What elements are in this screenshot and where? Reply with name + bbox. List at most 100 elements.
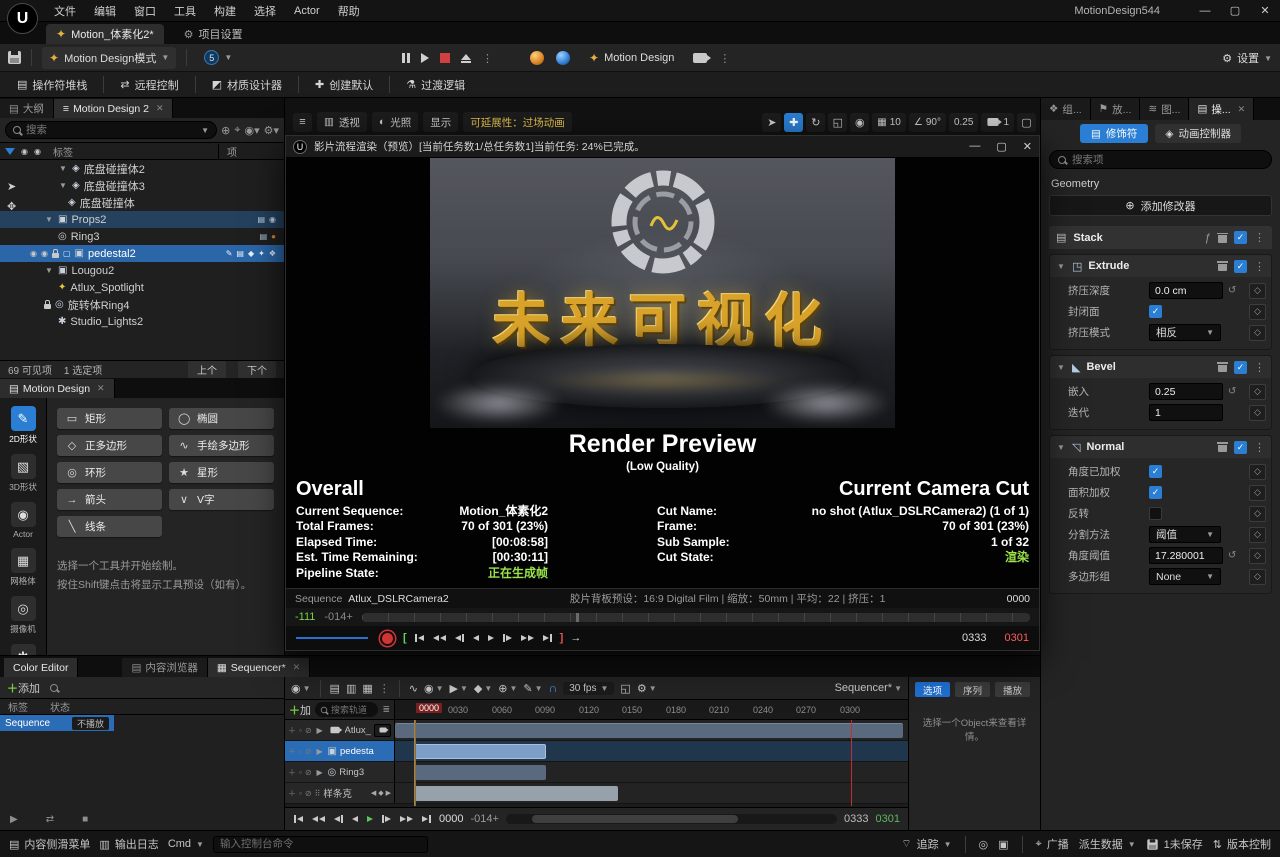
- sequencer-corner-dropdown[interactable]: Sequencer* ▼: [835, 682, 902, 694]
- jump-forward-button[interactable]: [399, 815, 414, 823]
- track-row-pedestal[interactable]: ＋ ▫ ⊘ ▶ ▣ pedesta: [285, 741, 908, 762]
- autokey-options-icon[interactable]: ⊕ ▼: [498, 682, 517, 695]
- cmd-dropdown[interactable]: Cmd ▼: [168, 838, 204, 850]
- tool-star[interactable]: ★ 星形: [169, 462, 274, 483]
- sequence-icon[interactable]: ▤: [236, 249, 244, 258]
- content-drawer-button[interactable]: ▤ 内容侧滑菜单: [9, 836, 90, 852]
- track-lane[interactable]: [395, 762, 908, 782]
- next-button[interactable]: 下个: [238, 361, 276, 378]
- render-window-titlebar[interactable]: U 影片流程渲染（预览）[当前任务数1/总任务数1]当前任务: 24%已完成。 …: [286, 136, 1039, 158]
- stack-header[interactable]: ▤ Stack ƒ ✓ ⋮: [1049, 226, 1272, 249]
- add-button[interactable]: ＋添加: [7, 680, 40, 696]
- keyframe-diamond-icon[interactable]: ◇: [1249, 526, 1266, 543]
- maximize-viewport-icon[interactable]: ▢: [1017, 112, 1036, 132]
- kebab-icon[interactable]: ⋮: [1254, 260, 1265, 273]
- unsaved-button[interactable]: 1未保存: [1146, 836, 1203, 852]
- keyframe-options-icon[interactable]: ◆ ▼: [474, 682, 492, 695]
- tool-ellipse[interactable]: ◯ 椭圆: [169, 408, 274, 429]
- chevron-down-icon[interactable]: ▼: [44, 266, 54, 275]
- section-bar[interactable]: [415, 765, 546, 780]
- step-back-button[interactable]: [472, 634, 480, 642]
- menu-tools[interactable]: 工具: [166, 1, 204, 21]
- add-modifier-button[interactable]: ⊕ 添加修改器: [1049, 195, 1272, 216]
- editor-mode-dropdown[interactable]: ✦ Motion Design模式 ▼: [42, 46, 177, 69]
- track-filter-icon[interactable]: ≣: [382, 704, 390, 715]
- browse-sequence-icon[interactable]: ▥: [346, 682, 356, 695]
- close-button[interactable]: ✕: [1250, 0, 1280, 22]
- keyframe-diamond-icon[interactable]: ◇: [1249, 303, 1266, 320]
- to-end-button[interactable]: [421, 814, 432, 824]
- eject-button[interactable]: [461, 53, 471, 63]
- material-designer-button[interactable]: ◩ 材质设计器: [203, 74, 291, 96]
- keyframe-diamond-icon[interactable]: ◇: [1249, 324, 1266, 341]
- jump-back-button[interactable]: [432, 634, 447, 642]
- tool-arrow[interactable]: → 箭头: [57, 489, 162, 510]
- menu-build[interactable]: 构建: [206, 1, 244, 21]
- prev-key-button[interactable]: [454, 633, 465, 643]
- normal-enabled-checkbox[interactable]: ✓: [1234, 440, 1247, 454]
- inset-field[interactable]: [1149, 383, 1223, 400]
- play-forward-button[interactable]: [487, 634, 495, 642]
- outliner-row[interactable]: ◈ 底盘碰撞体: [0, 194, 284, 211]
- tab-motion-design[interactable]: ▤ Motion Design ✕: [0, 379, 115, 398]
- lock-icon[interactable]: [44, 299, 51, 309]
- category-2d-shapes[interactable]: ✎ 2D形状: [1, 403, 46, 448]
- tool-rectangle[interactable]: ▭ 矩形: [57, 408, 162, 429]
- modifiers-button[interactable]: ▤ 修饰符: [1080, 124, 1149, 143]
- to-front-button[interactable]: [414, 633, 425, 643]
- category-camera[interactable]: ◎ 摄像机: [1, 593, 46, 638]
- range-end-bracket[interactable]: ]: [560, 632, 564, 644]
- trace-dropdown[interactable]: ⌔ 追踪 ▼: [901, 836, 951, 852]
- animators-button[interactable]: ◈ 动画控制器: [1155, 124, 1241, 143]
- rotation-snap-control[interactable]: ∠ 90°: [908, 112, 946, 132]
- curve-editor-icon[interactable]: ∿: [409, 682, 418, 695]
- bevel-header[interactable]: ▼ ◣ Bevel ✓ ⋮: [1050, 356, 1271, 378]
- fps-dropdown[interactable]: 30 fps ▼: [563, 681, 615, 695]
- stack-enabled-checkbox[interactable]: ✓: [1234, 231, 1247, 244]
- angle-weighted-checkbox[interactable]: ✓: [1149, 465, 1162, 478]
- close-icon[interactable]: ✕: [97, 383, 105, 394]
- kebab-icon[interactable]: ⋮: [1254, 231, 1265, 244]
- preview-timeline[interactable]: -111 -014+: [286, 608, 1039, 626]
- editor-eye-icon[interactable]: ◉: [41, 249, 48, 258]
- minimize-icon[interactable]: —: [969, 140, 980, 153]
- outliner-settings-icon[interactable]: ⚙▾: [264, 124, 279, 137]
- outliner-row[interactable]: ▼ ▣ Lougou2: [0, 262, 284, 279]
- keyframe-diamond-icon[interactable]: ◇: [1249, 568, 1266, 585]
- tool-chevron[interactable]: ∨ V字: [169, 489, 274, 510]
- polygroup-select[interactable]: None ▼: [1149, 568, 1221, 585]
- isolate-icon[interactable]: ⊕: [221, 124, 230, 137]
- filter-icon[interactable]: [5, 147, 15, 155]
- area-weighted-checkbox[interactable]: ✓: [1149, 486, 1162, 499]
- operator-stack-button[interactable]: ▤ 操作符堆栈: [8, 74, 96, 96]
- keyframe-diamond-icon[interactable]: ◇: [1249, 404, 1266, 421]
- maximize-button[interactable]: ▢: [1220, 0, 1250, 22]
- to-front-button[interactable]: [293, 814, 304, 824]
- keyframe-diamond-icon[interactable]: ◇: [1249, 463, 1266, 480]
- create-defaults-button[interactable]: ✚ 创建默认: [306, 74, 382, 96]
- scale-snap-control[interactable]: 0.25: [948, 112, 979, 132]
- visibility-dropdown-icon[interactable]: ◉▾: [244, 124, 259, 137]
- move-tool-icon[interactable]: ✚: [784, 112, 804, 132]
- toolbar-kebab[interactable]: ⋮: [719, 52, 730, 65]
- menu-select[interactable]: 选择: [246, 1, 284, 21]
- loop-arrow-icon[interactable]: →: [570, 632, 581, 644]
- trash-icon[interactable]: [1217, 261, 1228, 271]
- scrollbar-thumb[interactable]: [532, 815, 738, 823]
- lock-icon[interactable]: ▫: [299, 768, 302, 777]
- chevron-down-icon[interactable]: ▼: [1056, 363, 1066, 372]
- chevron-right-icon[interactable]: ▶: [315, 747, 325, 756]
- save-icon[interactable]: [8, 51, 21, 64]
- world-space-icon[interactable]: ◉: [850, 112, 870, 132]
- keyframe-diamond-icon[interactable]: ◇: [1249, 383, 1266, 400]
- outliner-row[interactable]: ◎ Ring3 ▤ ●: [0, 228, 284, 245]
- camera-speed-control[interactable]: 1: [981, 112, 1014, 132]
- stop-icon[interactable]: ■: [82, 814, 88, 825]
- timeline-scrollbar[interactable]: [505, 814, 838, 824]
- select-tool-icon[interactable]: ➤: [762, 112, 782, 132]
- keyframe-diamond-icon[interactable]: ◇: [1249, 282, 1266, 299]
- prev-button[interactable]: 上个: [188, 361, 226, 378]
- visibility-icon[interactable]: ◉: [269, 215, 276, 224]
- revision-control-button[interactable]: ⇅ 版本控制: [1213, 836, 1271, 852]
- close-icon[interactable]: ✕: [156, 103, 164, 114]
